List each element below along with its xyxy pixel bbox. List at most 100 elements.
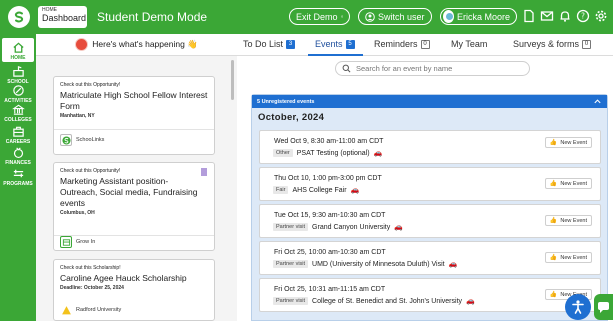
tab-count-badge: 3 bbox=[286, 39, 296, 49]
car-icon: 🚗 bbox=[350, 187, 360, 194]
chevron-up-icon[interactable] bbox=[593, 97, 602, 106]
finances-icon bbox=[13, 147, 23, 159]
nav-label: FINANCES bbox=[5, 160, 31, 166]
events-header-label: 5 Unregistered events bbox=[257, 98, 315, 105]
event-item[interactable]: Fri Oct 25, 10:31 am-11:15 am CDT Partne… bbox=[259, 278, 601, 312]
event-time: Wed Oct 9, 8:30 am-11:00 am CDT bbox=[274, 138, 384, 145]
hand-icon: 👍 bbox=[549, 218, 558, 224]
tab-my-team[interactable]: My Team bbox=[451, 39, 487, 49]
card-location: Columbus, OH bbox=[60, 210, 95, 216]
car-icon: 🚗 bbox=[466, 298, 475, 305]
tab-label: Events bbox=[315, 39, 343, 49]
event-details: Fair AHS College Fair 🚗 bbox=[273, 186, 359, 194]
hand-icon: 👍 bbox=[549, 292, 558, 298]
user-menu-button[interactable]: Ericka Moore bbox=[440, 8, 517, 25]
new-event-button[interactable]: 👍New Event bbox=[544, 178, 592, 189]
new-event-label: New Event bbox=[560, 254, 587, 261]
opportunity-card[interactable]: Check out this Opportunity! Marketing As… bbox=[53, 162, 215, 251]
top-bar: HOME Dashboard Student Demo Mode Exit De… bbox=[0, 0, 613, 34]
opportunity-card[interactable]: Check out this Opportunity! Matriculate … bbox=[53, 76, 215, 155]
nav-label: COLLEGES bbox=[4, 117, 32, 123]
user-circle-icon bbox=[365, 11, 375, 22]
new-event-button[interactable]: 👍New Event bbox=[544, 215, 592, 226]
card-title: Matriculate High School Fellow Interest … bbox=[60, 90, 208, 111]
search-input[interactable] bbox=[356, 64, 526, 73]
card-source[interactable]: SchooLinks bbox=[60, 134, 104, 146]
tab-count-badge: 0 bbox=[582, 39, 592, 49]
hand-icon: 👍 bbox=[549, 140, 558, 146]
nav-item-school[interactable]: SCHOOL bbox=[0, 65, 36, 85]
card-divider bbox=[54, 129, 214, 130]
switch-user-label: Switch user bbox=[378, 11, 425, 22]
month-heading: October, 2024 bbox=[258, 112, 325, 123]
event-details: Other PSAT Testing (optional) 🚗 bbox=[273, 149, 382, 157]
event-name: UMD (University of Minnesota Duluth) Vis… bbox=[312, 260, 445, 268]
event-search[interactable] bbox=[335, 61, 530, 76]
event-name: Grand Canyon University bbox=[312, 223, 391, 231]
tab-surveys-forms[interactable]: Surveys & forms 0 bbox=[513, 39, 592, 49]
nav-label: HOME bbox=[10, 55, 26, 61]
event-name: College of St. Benedict and St. John's U… bbox=[312, 297, 463, 305]
nav-item-activities[interactable]: ACTIVITIES bbox=[0, 84, 36, 104]
activity-feed[interactable]: Here's what's happening 👋 Check out this… bbox=[36, 34, 237, 321]
event-time: Fri Oct 25, 10:31 am-11:15 am CDT bbox=[274, 286, 386, 293]
dashboard-button[interactable]: HOME Dashboard bbox=[38, 6, 87, 28]
tab-events[interactable]: Events 5 bbox=[315, 39, 355, 49]
document-icon[interactable] bbox=[522, 9, 536, 23]
mail-icon[interactable] bbox=[540, 9, 554, 23]
card-source[interactable]: Radford University bbox=[60, 304, 121, 316]
hand-icon: 👍 bbox=[549, 255, 558, 261]
tab-bar: To Do List 3 Events 5 Reminders 0 My Tea… bbox=[237, 34, 613, 56]
event-type-tag: Fair bbox=[273, 186, 289, 194]
event-item[interactable]: Fri Oct 25, 10:00 am-10:30 am CDT Partne… bbox=[259, 241, 601, 275]
switch-user-button[interactable]: Switch user bbox=[358, 8, 432, 25]
feed-header: Here's what's happening 👋 bbox=[36, 34, 237, 56]
nav-item-programs[interactable]: PROGRAMS bbox=[0, 167, 36, 187]
schoolinks-logo[interactable] bbox=[8, 6, 30, 28]
tab-reminders[interactable]: Reminders 0 bbox=[374, 39, 430, 49]
new-event-button[interactable]: 👍New Event bbox=[544, 137, 592, 148]
school-icon bbox=[12, 66, 24, 77]
careers-icon bbox=[12, 126, 24, 137]
event-time: Tue Oct 15, 9:30 am-10:30 am CDT bbox=[274, 212, 386, 219]
home-icon bbox=[12, 42, 24, 53]
nav-item-finances[interactable]: FINANCES bbox=[0, 146, 36, 166]
tab-to-do-list[interactable]: To Do List 3 bbox=[243, 39, 296, 49]
accessibility-button[interactable] bbox=[565, 294, 591, 320]
grow-in-logo bbox=[60, 236, 72, 248]
card-kicker: Check out this Opportunity! bbox=[60, 82, 121, 88]
new-event-button[interactable]: 👍New Event bbox=[544, 252, 592, 263]
event-item[interactable]: Tue Oct 15, 9:30 am-10:30 am CDT Partner… bbox=[259, 204, 601, 238]
exit-demo-button[interactable]: Exit Demo bbox=[289, 8, 350, 25]
exit-demo-label: Exit Demo bbox=[296, 11, 338, 22]
tab-count-badge: 5 bbox=[345, 39, 355, 49]
accessibility-icon bbox=[572, 300, 584, 314]
tab-label: My Team bbox=[451, 39, 488, 49]
nav-item-careers[interactable]: CAREERS bbox=[0, 125, 36, 145]
events-panel-header[interactable]: 5 Unregistered events bbox=[252, 95, 607, 108]
event-item[interactable]: Thu Oct 10, 1:00 pm-3:00 pm CDT Fair AHS… bbox=[259, 167, 601, 201]
card-deadline: Deadline: October 25, 2024 bbox=[60, 285, 124, 291]
new-event-label: New Event bbox=[560, 139, 587, 146]
event-type-tag: Other bbox=[273, 149, 293, 157]
card-source[interactable]: Grow In bbox=[60, 236, 95, 248]
gear-icon[interactable] bbox=[594, 9, 608, 23]
tab-label: Reminders bbox=[374, 39, 418, 49]
help-icon[interactable]: ? bbox=[576, 9, 590, 23]
event-type-tag: Partner visit bbox=[273, 297, 309, 305]
hand-icon: 👍 bbox=[549, 181, 558, 187]
event-item[interactable]: Wed Oct 9, 8:30 am-11:00 am CDT Other PS… bbox=[259, 130, 601, 164]
avatar bbox=[75, 38, 89, 51]
nav-item-home[interactable]: HOME bbox=[2, 38, 34, 62]
feed-scrollbar[interactable] bbox=[231, 60, 234, 100]
scholarship-card[interactable]: Check out this Scholarship! Caroline Age… bbox=[53, 259, 215, 321]
bookmark-icon[interactable] bbox=[201, 168, 207, 176]
event-details: Partner visit Grand Canyon University 🚗 bbox=[273, 223, 403, 231]
tab-count-badge: 0 bbox=[420, 39, 430, 49]
schoolinks-logo bbox=[60, 134, 72, 146]
bell-icon[interactable] bbox=[558, 9, 572, 23]
card-source-name: SchooLinks bbox=[76, 137, 105, 143]
feed-heading: Here's what's happening 👋 bbox=[92, 39, 198, 49]
chat-button[interactable] bbox=[594, 294, 613, 320]
nav-item-colleges[interactable]: COLLEGES bbox=[0, 103, 36, 123]
